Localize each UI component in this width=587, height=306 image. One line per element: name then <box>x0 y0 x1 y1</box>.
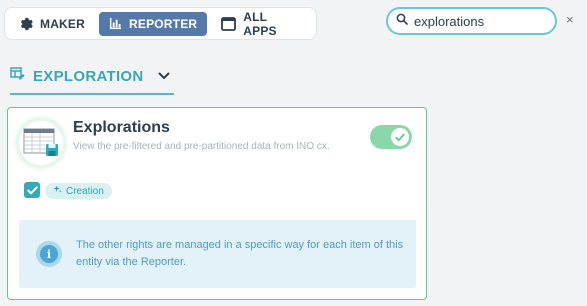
card-title: Explorations <box>73 119 170 136</box>
table-edit-icon <box>10 66 25 86</box>
exploration-right-card: Explorations View the pre-filtered and p… <box>7 107 427 300</box>
checkmark-icon <box>26 186 38 194</box>
spreadsheet-save-icon <box>23 128 58 156</box>
check-icon <box>395 133 405 141</box>
info-icon: i <box>36 241 62 267</box>
info-banner: i The other rights are managed in a spec… <box>19 220 416 288</box>
app-switcher: MAKER REPORTER ALL APPS <box>4 7 317 40</box>
reporter-app-button[interactable]: REPORTER <box>99 11 208 36</box>
clear-search-icon[interactable]: × <box>566 13 574 26</box>
reporter-app-label: REPORTER <box>129 16 198 31</box>
gear-icon <box>19 17 33 31</box>
tag-label: Creation <box>66 185 104 197</box>
bar-chart-icon <box>109 17 122 30</box>
maker-app-button[interactable]: MAKER <box>9 12 95 36</box>
search-input[interactable] <box>414 13 544 29</box>
card-description: View the pre-filtered and pre-partitione… <box>73 141 330 152</box>
search-icon <box>396 12 408 30</box>
info-text: The other rights are managed in a specif… <box>76 239 404 268</box>
section-title: EXPLORATION <box>33 67 144 85</box>
search-box <box>386 7 557 35</box>
creation-tag: Creation <box>45 183 112 199</box>
maker-app-label: MAKER <box>40 16 85 31</box>
section-header[interactable]: EXPLORATION <box>10 63 174 95</box>
all-apps-button[interactable]: ALL APPS <box>211 9 312 38</box>
chevron-down-icon[interactable] <box>158 67 170 85</box>
window-icon <box>221 16 237 31</box>
enable-toggle[interactable] <box>370 125 412 149</box>
all-apps-label: ALL APPS <box>243 9 277 38</box>
sparkle-icon <box>53 185 62 197</box>
toggle-knob <box>391 128 409 146</box>
creation-checkbox[interactable] <box>24 182 40 198</box>
explorations-thumbnail <box>19 121 63 165</box>
